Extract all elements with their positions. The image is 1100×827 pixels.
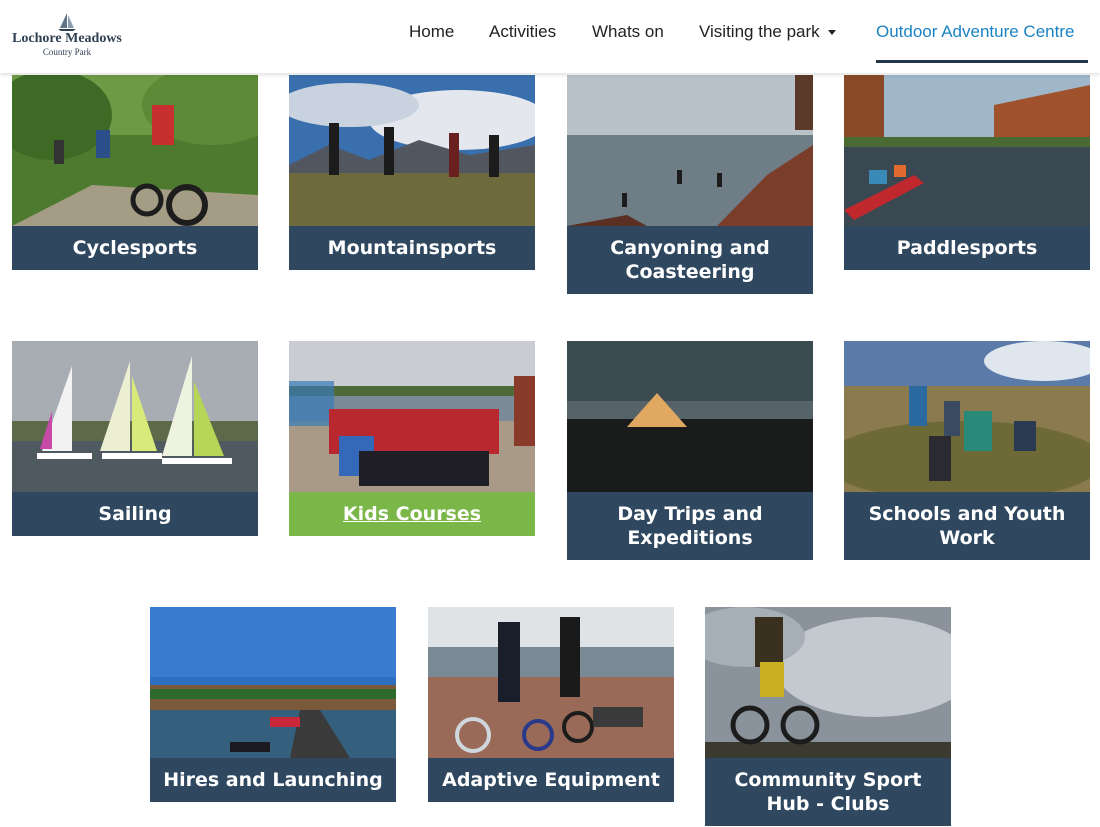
site-logo[interactable]: Lochore Meadows Country Park xyxy=(8,12,126,60)
logo-subtitle: Country Park xyxy=(42,47,92,57)
card-label: Community Sport Hub - Clubs xyxy=(705,758,951,826)
kids-courses-photo xyxy=(289,341,535,492)
paddlesports-photo xyxy=(844,75,1090,226)
cyclesports-photo xyxy=(12,75,258,226)
card-label: Canyoning and Coasteering xyxy=(567,226,813,294)
sailboat-logo-icon xyxy=(58,13,76,31)
card-label: Adaptive Equipment xyxy=(428,758,674,802)
nav-visiting-label: Visiting the park xyxy=(699,22,820,41)
mountainsports-photo xyxy=(289,75,535,226)
active-nav-underline xyxy=(876,60,1088,63)
adaptive-equipment-photo xyxy=(428,607,674,758)
nav-visiting-the-park[interactable]: Visiting the park xyxy=(699,22,836,42)
community-sport-hub-photo xyxy=(705,607,951,758)
canyoning-photo xyxy=(567,75,813,226)
sailing-photo xyxy=(12,341,258,492)
card-label: Sailing xyxy=(12,492,258,536)
card-label: Kids Courses xyxy=(289,492,535,536)
caret-down-icon xyxy=(827,30,836,36)
logo-title: Lochore Meadows xyxy=(12,31,122,46)
nav-home[interactable]: Home xyxy=(409,22,454,42)
card-label: Mountainsports xyxy=(289,226,535,270)
day-trips-photo xyxy=(567,341,813,492)
card-label: Schools and Youth Work xyxy=(844,492,1090,560)
card-label: Cyclesports xyxy=(12,226,258,270)
hires-photo xyxy=(150,607,396,758)
card-label: Day Trips and Expeditions xyxy=(567,492,813,560)
card-label: Paddlesports xyxy=(844,226,1090,270)
site-header: Lochore Meadows Country Park Home Activi… xyxy=(0,0,1100,73)
schools-photo xyxy=(844,341,1090,492)
nav-activities[interactable]: Activities xyxy=(489,22,556,42)
card-label: Hires and Launching xyxy=(150,758,396,802)
nav-outdoor-adventure-centre[interactable]: Outdoor Adventure Centre xyxy=(876,22,1074,42)
nav-whats-on[interactable]: Whats on xyxy=(592,22,664,42)
